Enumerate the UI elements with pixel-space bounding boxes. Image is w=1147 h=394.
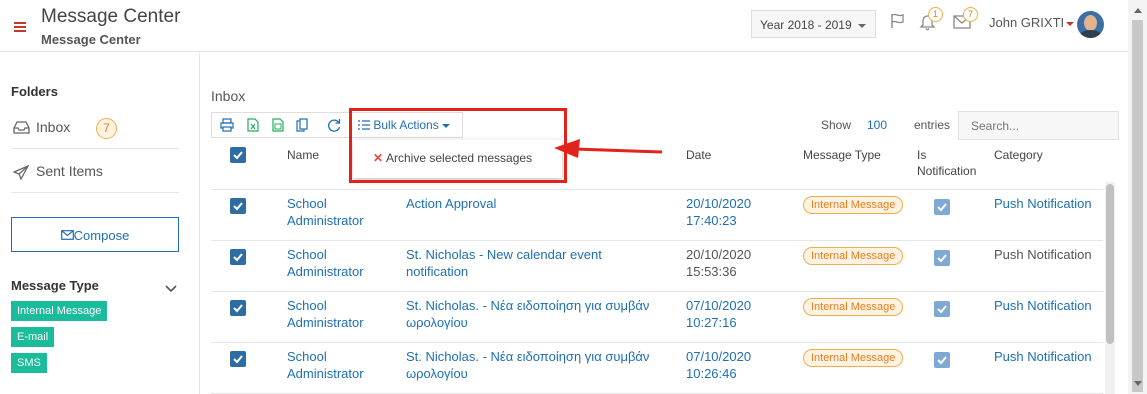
message-type-badge: Internal Message <box>803 247 904 265</box>
inbox-count-badge: 7 <box>96 118 117 139</box>
message-type-badge: Internal Message <box>803 349 904 367</box>
table-scrollbar[interactable] <box>1105 182 1115 394</box>
time-value: 15:53:36 <box>686 264 737 279</box>
sender-name[interactable]: School Administrator <box>287 297 387 331</box>
chevron-down-icon <box>858 24 866 28</box>
year-select-value: Year 2018 - 2019 <box>760 18 852 32</box>
column-header-is-notification[interactable]: Is Notification <box>917 147 987 179</box>
sender-name[interactable]: School Administrator <box>287 246 387 280</box>
message-subject[interactable]: St. Nicholas. - Νέα ειδοποίηση για συμβά… <box>406 348 671 382</box>
user-name[interactable]: John GRIXTI <box>989 15 1064 30</box>
time-value: 17:40:23 <box>686 213 737 228</box>
is-notification-checkbox <box>934 301 950 317</box>
folders-heading: Folders <box>11 84 58 99</box>
entries-label: entries <box>914 118 951 132</box>
date-value: 07/10/2020 <box>686 349 752 364</box>
breadcrumb: Message Center <box>41 32 141 47</box>
is-notification-checkbox <box>934 250 950 266</box>
column-header-date[interactable]: Date <box>686 147 711 163</box>
refresh-icon[interactable] <box>327 118 341 137</box>
scroll-down-icon[interactable] <box>1134 381 1142 386</box>
column-header-category[interactable]: Category <box>994 147 1043 163</box>
tag-email[interactable]: E-mail <box>11 327 55 347</box>
table-row[interactable]: School Administrator St. Nicholas. - Νέα… <box>211 343 1103 394</box>
tag-sms[interactable]: SMS <box>11 353 47 373</box>
show-label: Show <box>821 118 852 132</box>
column-header-name[interactable]: Name <box>287 147 319 163</box>
page-length-select[interactable]: 100 <box>867 118 887 132</box>
message-type-badge: Internal Message <box>803 298 904 316</box>
chevron-down-icon[interactable] <box>165 280 177 298</box>
message-date: 20/10/2020 17:40:23 <box>686 195 751 229</box>
menu-icon[interactable] <box>14 22 26 32</box>
main-content: Inbox Bulk Actions Show 100 entries Name… <box>201 52 1147 394</box>
table-scrollbar-thumb[interactable] <box>1106 184 1114 344</box>
table-row[interactable]: School Administrator St. Nicholas - New … <box>211 241 1103 292</box>
row-checkbox[interactable] <box>230 300 246 316</box>
table-row[interactable]: School Administrator St. Nicholas. - Νέα… <box>211 292 1103 343</box>
message-subject[interactable]: St. Nicholas - New calendar event notifi… <box>406 246 666 280</box>
annotation-highlight-box <box>349 108 567 183</box>
chevron-down-icon[interactable] <box>1066 22 1074 26</box>
page-scrollbar[interactable] <box>1128 0 1147 394</box>
category: Push Notification <box>994 196 1092 211</box>
annotation-arrow-icon <box>552 138 664 165</box>
inbox-title: Inbox <box>211 88 246 104</box>
date-value: 20/10/2020 <box>686 247 752 262</box>
scroll-up-icon[interactable] <box>1134 8 1142 13</box>
date-value: 20/10/2020 <box>686 196 752 211</box>
envelope-icon <box>60 228 74 243</box>
message-subject[interactable]: Action Approval <box>406 195 666 212</box>
category: Push Notification <box>994 349 1092 364</box>
year-select[interactable]: Year 2018 - 2019 <box>751 10 876 38</box>
is-notification-checkbox <box>934 199 950 215</box>
row-checkbox[interactable] <box>230 198 246 214</box>
sidebar-item-label: Sent Items <box>36 163 103 179</box>
page-title: Message Center <box>41 6 181 27</box>
tag-internal-message[interactable]: Internal Message <box>11 301 108 321</box>
print-icon[interactable] <box>220 118 234 137</box>
compose-label: Compose <box>73 228 130 243</box>
category: Push Notification <box>994 247 1092 262</box>
column-header-message-type[interactable]: Message Type <box>803 147 881 163</box>
message-date: 07/10/2020 10:27:16 <box>686 297 751 331</box>
sidebar: Folders Inbox 7 Sent Items Compose Messa… <box>0 52 200 394</box>
message-subject[interactable]: St. Nicholas. - Νέα ειδοποίηση για συμβά… <box>406 297 671 331</box>
message-count-badge: 7 <box>963 7 978 22</box>
time-value: 10:27:16 <box>686 315 737 330</box>
category: Push Notification <box>994 298 1092 313</box>
page-scrollbar-thumb[interactable] <box>1132 20 1143 392</box>
notification-count-badge: 1 <box>928 7 943 22</box>
sidebar-item-inbox[interactable]: Inbox 7 <box>11 105 179 149</box>
select-all-checkbox[interactable] <box>230 147 246 163</box>
table-row[interactable]: School Administrator Action Approval 20/… <box>211 190 1103 241</box>
copy-icon[interactable] <box>296 118 309 137</box>
excel-export-icon[interactable] <box>247 118 259 137</box>
flag-icon[interactable] <box>889 12 906 34</box>
message-type-heading: Message Type <box>11 278 99 293</box>
message-date: 20/10/2020 15:53:36 <box>686 246 751 280</box>
sidebar-item-sent-items[interactable]: Sent Items <box>11 149 179 193</box>
date-value: 07/10/2020 <box>686 298 752 313</box>
row-checkbox[interactable] <box>230 249 246 265</box>
message-date: 07/10/2020 10:26:46 <box>686 348 751 382</box>
row-checkbox[interactable] <box>230 351 246 367</box>
paper-plane-icon <box>12 164 30 183</box>
message-type-badge: Internal Message <box>803 196 904 214</box>
sidebar-item-label: Inbox <box>36 119 71 135</box>
time-value: 10:26:46 <box>686 366 737 381</box>
compose-button[interactable]: Compose <box>11 217 179 252</box>
avatar[interactable] <box>1077 11 1104 38</box>
inbox-icon <box>13 121 30 137</box>
sender-name[interactable]: School Administrator <box>287 348 387 382</box>
is-notification-checkbox <box>934 352 950 368</box>
csv-export-icon[interactable] <box>272 118 284 137</box>
top-bar: Message Center Message Center Year 2018 … <box>0 0 1147 52</box>
sender-name[interactable]: School Administrator <box>287 195 387 229</box>
search-input[interactable] <box>958 111 1119 140</box>
